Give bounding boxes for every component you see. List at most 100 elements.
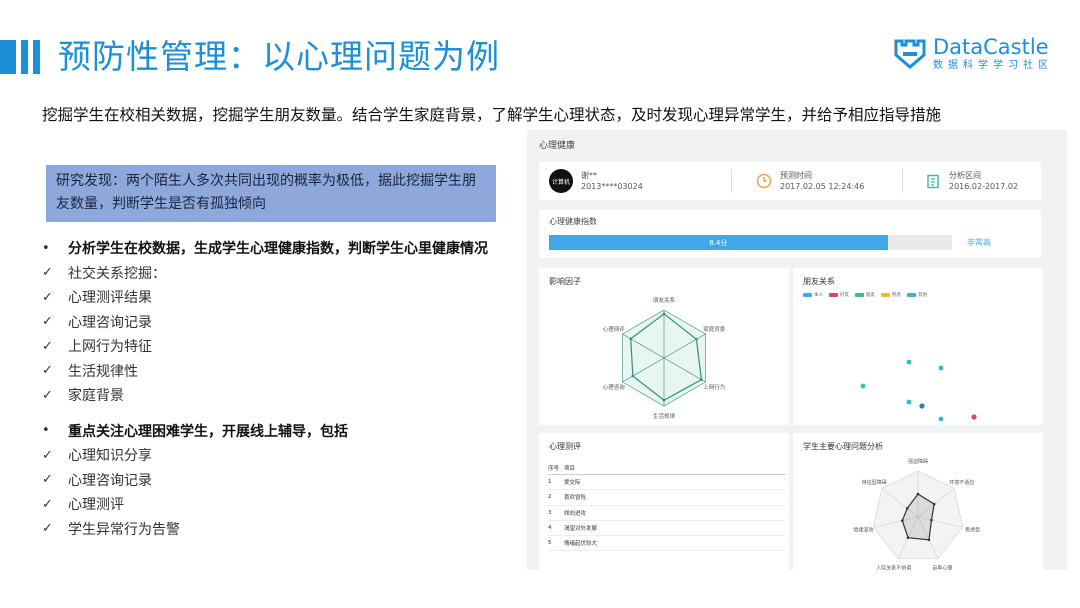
logo-name: DataCastle <box>933 35 1049 59</box>
check-icon: ✓ <box>42 338 53 354</box>
check-icon: ✓ <box>42 521 53 537</box>
radar-point <box>695 337 698 341</box>
clock-icon <box>756 173 772 189</box>
factors-title: 影响因子 <box>549 277 581 286</box>
predict-time-value: 2017.02.05 12:24:46 <box>780 182 865 191</box>
radar-axis-label: 自卑心理 <box>932 564 952 571</box>
assessment-table: 序号 项目 1 爱交际 2 喜欢冒险 3 倾向进攻 4 渴望对外发展 5 情绪起伏较大 <box>548 461 786 552</box>
problems-radar: 强迫障碍环境不适应焦虑型自卑心理 人际关系不协调 情绪波动 特征型障碍 <box>853 458 980 571</box>
predict-time-label: 预测时间 <box>780 171 812 180</box>
check-icon: ✓ <box>42 289 53 305</box>
analysis-range-value: 2016.02-2017.02 <box>949 182 1019 191</box>
title-accent-bars <box>0 40 40 74</box>
table-cell: 4 <box>548 525 552 532</box>
list-item: ✓ 心理测评结果 <box>42 285 512 310</box>
radar-axis-label: 情绪波动 <box>853 526 873 533</box>
radar-axis-label: 朋友关系 <box>653 296 676 304</box>
health-index-card: 心理健康指数 8.4分 非常高 <box>539 210 1041 258</box>
check-icon: ✓ <box>42 387 53 403</box>
radar-axis-label: 人际关系不协调 <box>876 564 911 571</box>
student-name: 谢** <box>581 171 597 180</box>
network-node <box>860 383 866 389</box>
list-item: ✓ 心理测评 <box>42 492 512 517</box>
student-info-card: 计算机 谢** 2013****03024 预测时间 2017.02.05 12… <box>539 162 1041 200</box>
radar-point <box>927 538 931 542</box>
radar-axis-label: 心理咨询 <box>603 383 626 391</box>
network-node <box>938 365 944 371</box>
table-cell: 5 <box>548 540 552 547</box>
list-item: ✓ 心理咨询记录 <box>42 310 512 335</box>
table-cell: 1 <box>548 479 552 486</box>
radar-point <box>905 507 909 510</box>
table-cell: 喜欢冒险 <box>564 495 587 502</box>
table-cell: 爱交际 <box>564 480 581 487</box>
network-node <box>971 414 977 420</box>
radar-axis-label: 特征型障碍 <box>862 479 887 486</box>
check-icon: ✓ <box>42 447 53 463</box>
radar-point <box>662 312 666 316</box>
bullet-mark: • <box>42 240 50 256</box>
radar-axis-label: 生活规律 <box>653 412 676 420</box>
radar-axis-label: 家庭背景 <box>703 325 726 333</box>
table-header: 序号 项目 <box>548 461 786 475</box>
datacastle-logo: DataCastle 数据科学学习社区 <box>893 36 1053 72</box>
radar-axis-label: 强迫障碍 <box>908 458 928 465</box>
analysis-range-label: 分析区间 <box>949 171 981 180</box>
table-row: 4 渴望对外发展 <box>548 521 786 537</box>
intro-paragraph: 挖掘学生在校相关数据，挖掘学生朋友数量。结合学生家庭背景，了解学生心理状态，及时… <box>42 106 942 124</box>
section-heading-text: 分析学生在校数据，生成学生心理健康指数，判断学生心里健康情况 <box>68 241 488 258</box>
health-dashboard: 心理健康 计算机 谢** 2013****03024 预测时间 2017.02.… <box>527 130 1067 590</box>
factors-radar: 朋友关系家庭背景上网行为生活规律 心理咨询 心理测评 <box>603 296 726 420</box>
check-icon: ✓ <box>42 314 53 330</box>
radar-point <box>662 398 666 402</box>
health-index-label: 心理健康指数 <box>549 217 597 226</box>
list-item-text: 心理测评结果 <box>68 290 152 307</box>
table-row: 1 爱交际 <box>548 475 786 491</box>
table-row: 5 情绪起伏较大 <box>548 536 786 552</box>
network-node <box>938 416 944 422</box>
list-item-text: 心理咨询记录 <box>68 314 152 331</box>
radar-axis-label: 上网行为 <box>703 383 725 391</box>
radar-point <box>631 374 635 378</box>
dashboard-title: 心理健康 <box>539 141 576 151</box>
problems-panel: 学生主要心理问题分析 强迫障碍 环境不适应 焦虑型 自卑心理 人际关系不协调 情绪波动 特征… <box>793 433 1043 590</box>
radar-axis-label: 心理测评 <box>603 325 626 333</box>
assessment-title: 心理测评 <box>549 442 581 451</box>
radar-axis-label: 环境不适应 <box>949 479 974 486</box>
list-item: ✓ 心理咨询记录 <box>42 468 512 493</box>
radar-axis-label: 焦虑型 <box>965 526 980 533</box>
radar-point <box>930 518 933 522</box>
table-cell: 3 <box>548 509 552 516</box>
radar-point <box>932 502 936 506</box>
radar-point <box>906 536 910 540</box>
list-item: ✓ 学生异常行为告警 <box>42 517 512 542</box>
network-node <box>919 403 925 409</box>
assessment-panel: 心理测评 序号 项目 1 爱交际 2 喜欢冒险 3 倾向进攻 4 渴望对外发展 5 情绪起伏… <box>539 433 789 590</box>
health-index-fill: 8.4分 <box>549 235 888 250</box>
radar-point <box>916 492 920 496</box>
clipboard-icon <box>927 174 939 189</box>
bullet-mark: • <box>42 423 50 439</box>
table-cell: 2 <box>548 494 552 501</box>
logo-subtitle: 数据科学学习社区 <box>933 60 1053 71</box>
network-node <box>906 399 912 405</box>
column-header: 项目 <box>564 465 576 472</box>
list-item-text: 生活规律性 <box>68 363 138 380</box>
slide-header: 预防性管理：以心理问题为例 DataCastle 数据科学学习社区 <box>0 0 1080 96</box>
check-icon: ✓ <box>42 265 53 281</box>
student-id: 2013****03024 <box>581 182 643 191</box>
radar-point <box>901 519 904 522</box>
section-heading: • 分析学生在校数据，生成学生心理健康指数，判断学生心里健康情况 <box>42 236 512 261</box>
check-icon: ✓ <box>42 472 53 488</box>
page-title: 预防性管理：以心理问题为例 <box>58 37 500 76</box>
section-heading: • 重点关注心理困难学生，开展线上辅导，包括 <box>42 419 512 444</box>
list-item: ✓ 心理知识分享 <box>42 443 512 468</box>
avatar: 计算机 <box>549 169 573 193</box>
table-cell: 情绪起伏较大 <box>564 541 598 548</box>
list-item-text: 家庭背景 <box>68 388 124 405</box>
list-item: ✓ 社交关系挖掘： <box>42 261 512 286</box>
table-row: 2 喜欢冒险 <box>548 490 786 506</box>
list-item-text: 学生异常行为告警 <box>68 521 180 538</box>
network-node <box>906 359 912 365</box>
list-item: ✓ 家庭背景 <box>42 383 512 408</box>
